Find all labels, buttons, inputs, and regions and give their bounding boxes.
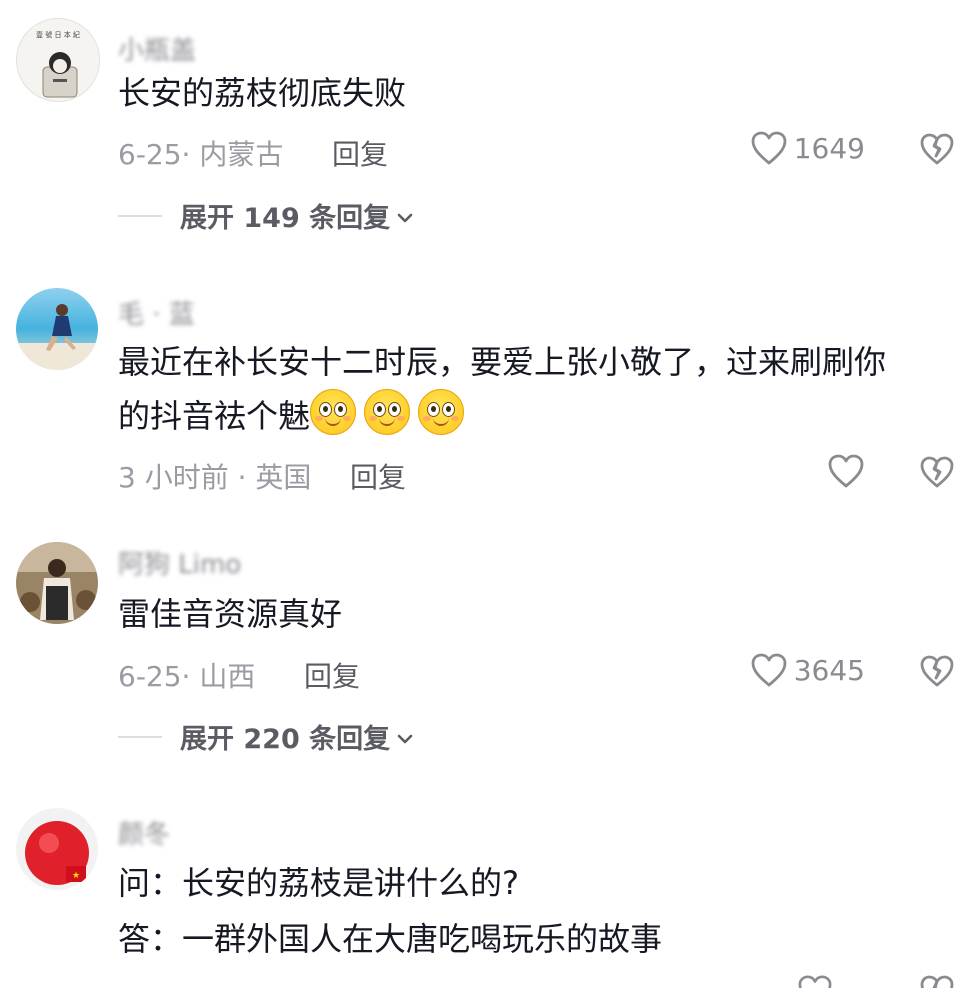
comment-meta: 3 小时前 · 英国 (118, 461, 312, 494)
heart-outline-icon (827, 453, 865, 489)
reply-button[interactable]: 回复 (304, 655, 360, 695)
smiling-face-emoji (418, 389, 465, 435)
avatar[interactable] (16, 288, 98, 370)
reply-button[interactable]: 回复 (332, 133, 388, 173)
avatar-photo-icon (16, 288, 98, 370)
like-button[interactable]: 1649 (750, 130, 865, 166)
divider-line (118, 735, 162, 738)
divider-line (118, 214, 162, 217)
reply-button[interactable]: 回复 (350, 456, 406, 496)
comment-meta: 6-25· 内蒙古 (118, 138, 284, 171)
like-button[interactable] (827, 453, 865, 489)
avatar[interactable] (16, 542, 98, 624)
dislike-button[interactable] (919, 132, 955, 166)
heart-outline-icon (750, 652, 788, 688)
expand-label: 展开 220 条回复 (180, 724, 391, 755)
svg-text:★: ★ (72, 871, 80, 881)
comment-text: 雷佳音资源真好 (118, 595, 343, 633)
expand-replies-button[interactable]: 展开 220 条回复 (118, 717, 414, 756)
comment-text: 长安的荔枝彻底失败 (118, 74, 407, 112)
broken-heart-icon (919, 455, 955, 489)
like-count: 1649 (793, 131, 865, 165)
expand-label: 展开 149 条回复 (180, 203, 391, 234)
avatar-photo-icon (16, 542, 98, 624)
like-button[interactable]: 3645 (750, 652, 865, 688)
username[interactable]: 毛 · 蓝 (118, 294, 195, 331)
username[interactable]: 阿狗 Limo (118, 544, 241, 581)
like-button[interactable] (797, 974, 833, 988)
like-count: 3645 (793, 653, 865, 687)
avatar[interactable]: ★ (16, 808, 98, 890)
svg-text:壹 號 日 本 紀: 壹 號 日 本 紀 (36, 30, 80, 39)
smiling-face-emoji (364, 389, 411, 435)
chevron-down-icon (396, 200, 414, 231)
comment-text-line: 的抖音祛个魅 (118, 389, 948, 443)
heart-outline-icon (750, 130, 788, 166)
broken-heart-icon (919, 654, 955, 688)
expand-replies-button[interactable]: 展开 149 条回复 (118, 196, 414, 235)
comment-text-segment: 的抖音祛个魅 (118, 397, 311, 435)
comment-text-line: 问：长安的荔枝是讲什么的? (118, 864, 519, 902)
comment-text: 问：长安的荔枝是讲什么的? 答：一群外国人在大唐吃喝玩乐的故事 (118, 855, 948, 967)
broken-heart-icon (919, 132, 955, 166)
dislike-button[interactable] (919, 654, 955, 688)
comment-text: 最近在补长安十二时辰，要爱上张小敬了，过来刷刷你 的抖音祛个魅 (118, 335, 948, 443)
username[interactable]: 颜冬 (118, 814, 170, 851)
comment-text-line: 最近在补长安十二时辰，要爱上张小敬了，过来刷刷你 (118, 343, 887, 381)
dislike-button[interactable] (919, 455, 955, 489)
avatar[interactable]: 壹 號 日 本 紀 (16, 18, 100, 102)
dislike-button[interactable] (919, 974, 955, 988)
chevron-down-icon (396, 721, 414, 752)
avatar-illustration-icon: 壹 號 日 本 紀 (17, 19, 99, 101)
comment-text-line: 答：一群外国人在大唐吃喝玩乐的故事 (118, 920, 663, 958)
avatar-photo-icon: ★ (16, 808, 98, 890)
smiling-face-emoji (310, 389, 357, 435)
username[interactable]: 小瓶盖 (118, 30, 196, 67)
comment-meta: 6-25· 山西 (118, 660, 256, 693)
